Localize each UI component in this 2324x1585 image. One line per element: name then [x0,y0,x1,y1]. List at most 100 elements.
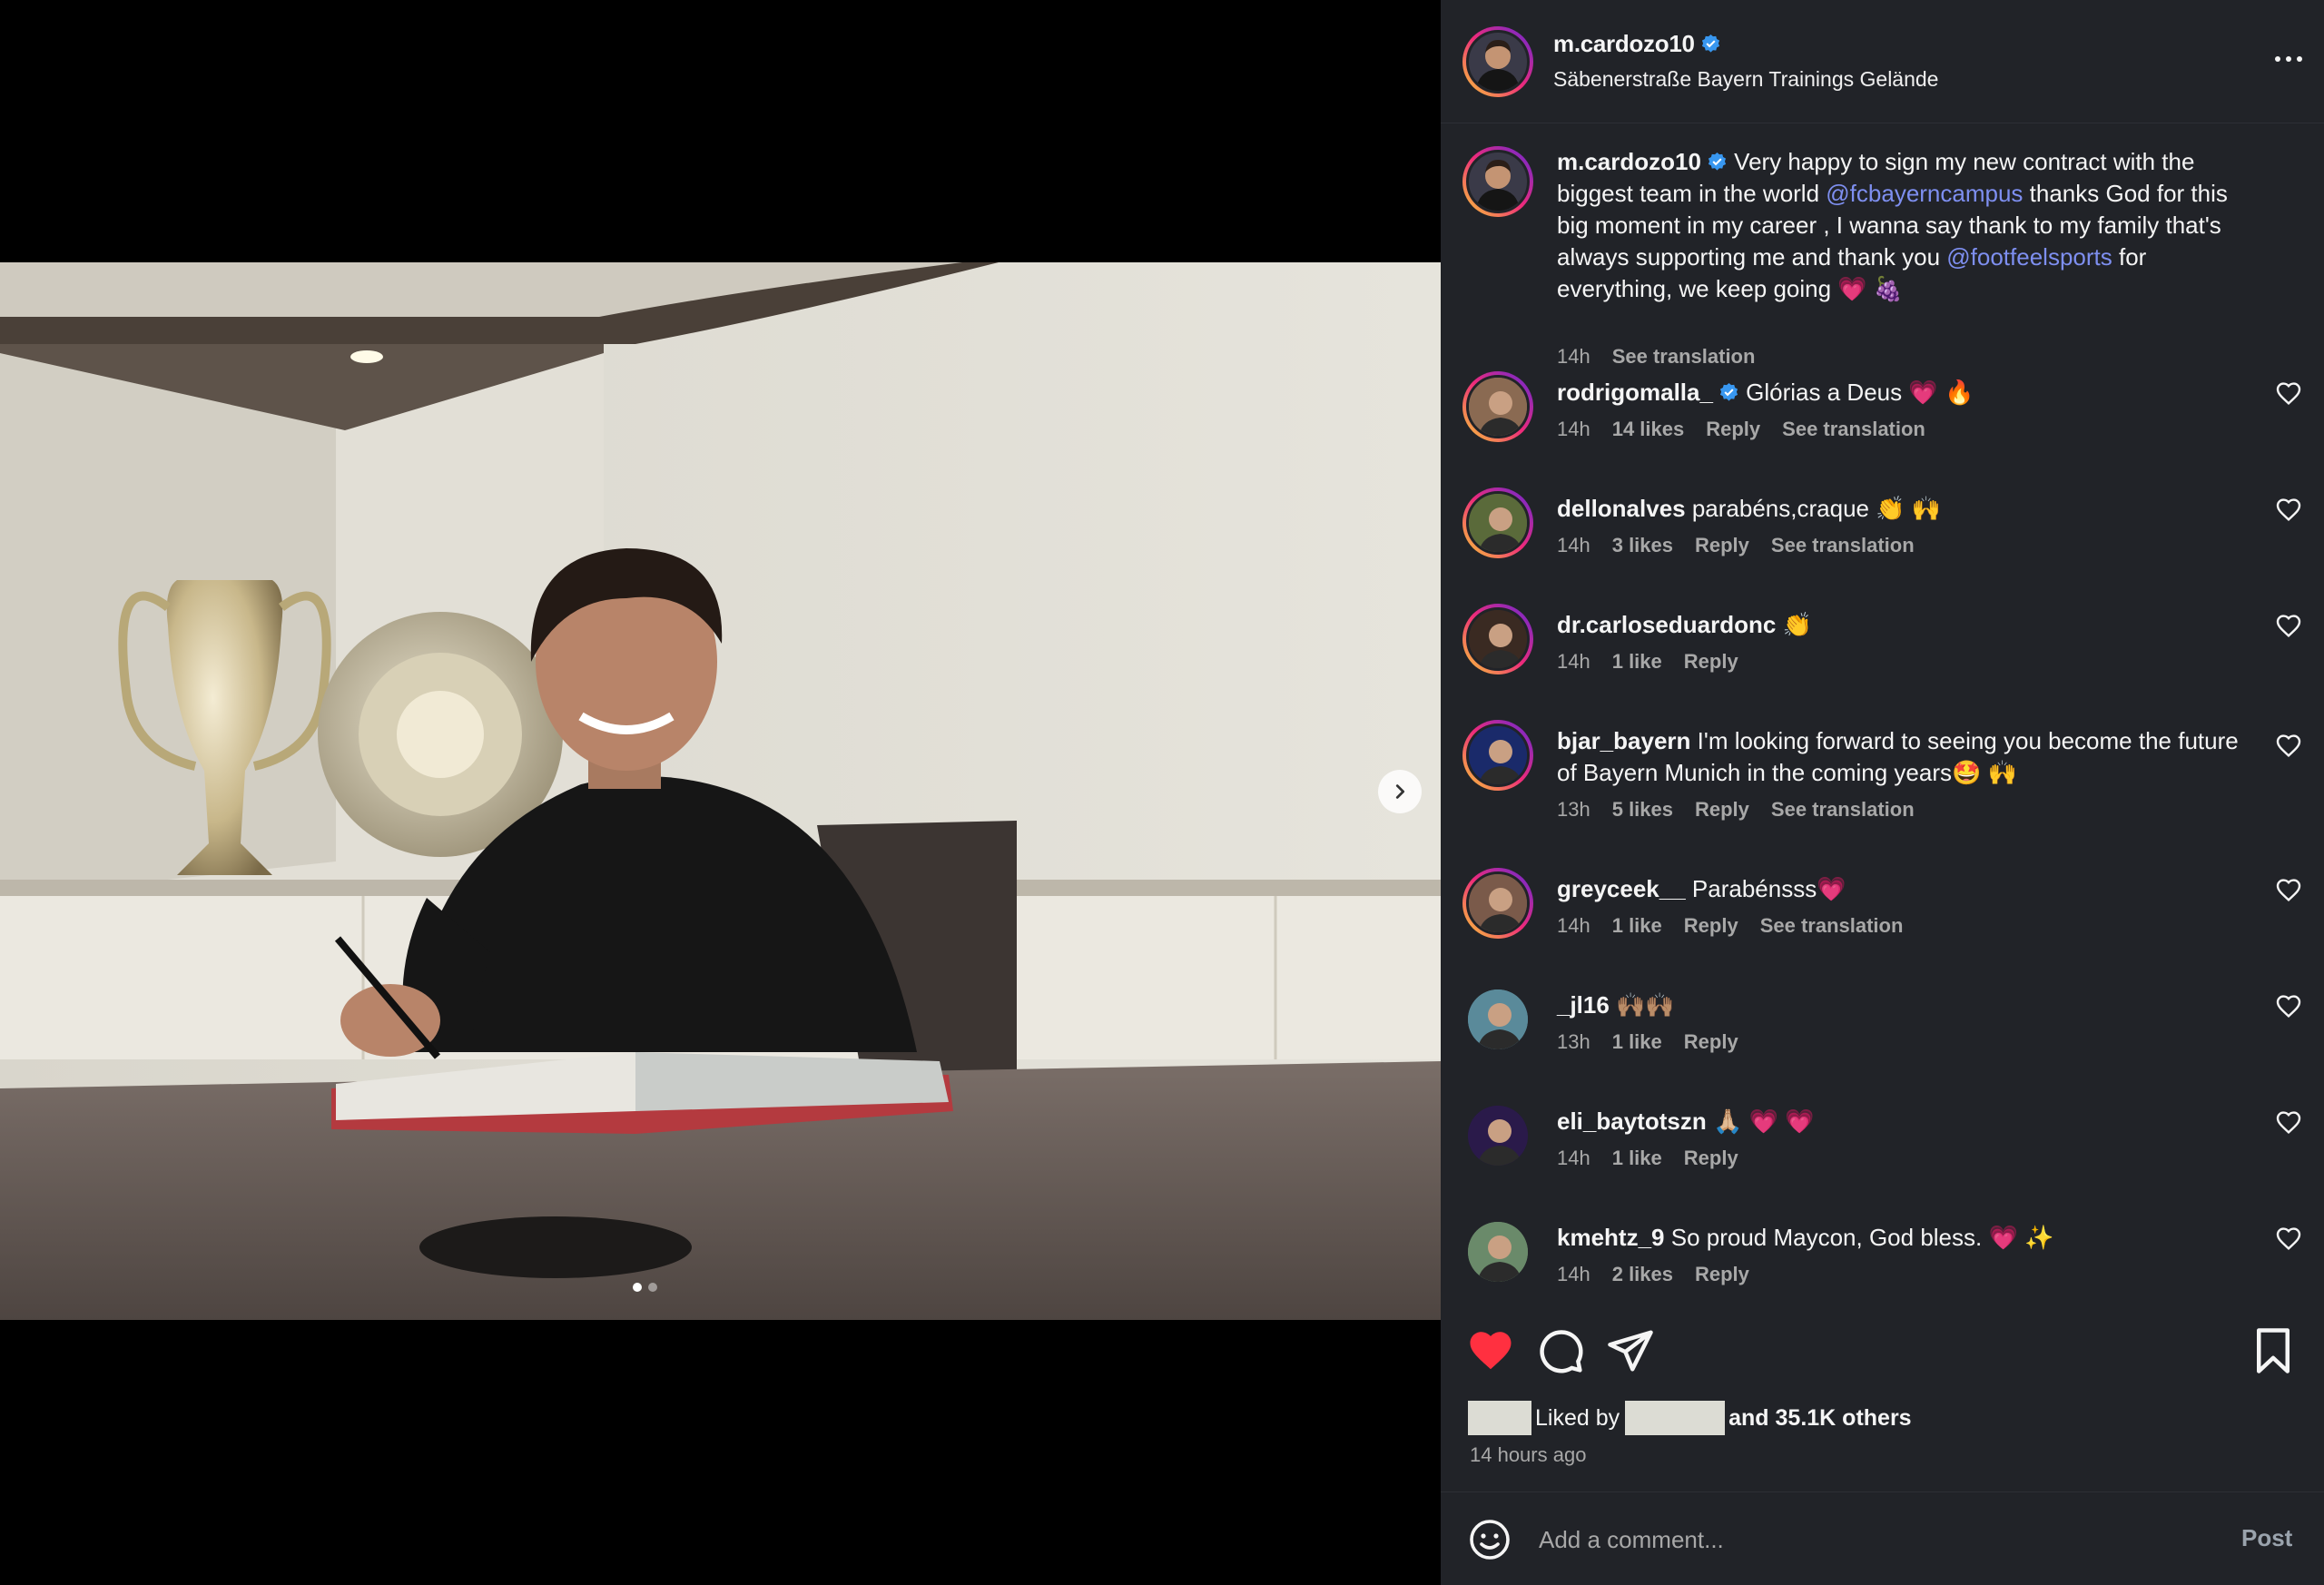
verified-icon [1701,34,1719,53]
caption-time: 14h [1557,345,1590,368]
post-panel: m.cardozo10 Säbenerstraße Bayern Trainin… [1441,0,2324,1585]
emoji-icon[interactable] [1468,1518,1512,1561]
chevron-right-icon [1395,784,1405,799]
post-location[interactable]: Säbenerstraße Bayern Trainings Gelände [1553,67,1938,92]
post-timestamp: 14 hours ago [1470,1443,1587,1466]
see-translation-link[interactable]: See translation [1760,914,1904,938]
media-viewer [0,0,1441,1585]
like-comment-heart-icon[interactable] [2274,731,2303,760]
reply-button[interactable]: Reply [1706,418,1760,441]
comment-meta: 14h 1 like Reply [1557,1147,1738,1170]
like-comment-heart-icon[interactable] [2274,991,2303,1020]
verified-icon [1708,152,1727,171]
post-actions [1441,1304,2324,1459]
author-avatar-small[interactable] [1462,146,1533,217]
comment-time: 13h [1557,798,1590,821]
like-comment-heart-icon[interactable] [2274,495,2303,524]
commenter-avatar[interactable] [1462,868,1533,939]
comment-text: rodrigomalla_ Glórias a Deus 💗 🔥 [1557,377,2256,409]
comment-username[interactable]: bjar_bayern [1557,727,1690,754]
comment-meta: 14h 14 likes Reply See translation [1557,418,1925,441]
see-translation-link[interactable]: See translation [1771,798,1915,822]
heart-filled-icon[interactable] [1466,1326,1515,1375]
like-comment-heart-icon[interactable] [2274,875,2303,904]
comment-username[interactable]: _jl16 [1557,991,1610,1019]
comment-username[interactable]: greyceek__ [1557,875,1686,902]
comment-body: 🙏🏼 💗 💗 [1706,1108,1815,1135]
comment-body: Parabénsss💗 [1685,875,1846,902]
comments-list[interactable]: m.cardozo10 Very happy to sign my new co… [1441,124,2324,1304]
commenter-avatar[interactable] [1468,1106,1528,1166]
like-comment-heart-icon[interactable] [2274,1108,2303,1137]
reply-button[interactable]: Reply [1684,1030,1738,1054]
comment-body: 🙌🏽🙌🏽 [1609,991,1675,1019]
reply-button[interactable]: Reply [1695,798,1749,822]
comment-time: 14h [1557,418,1590,440]
comment-text: bjar_bayern I'm looking forward to seein… [1557,725,2256,789]
commenter-avatar[interactable] [1462,604,1533,674]
comment-username[interactable]: dellonalves [1557,495,1686,522]
author-username[interactable]: m.cardozo10 [1553,30,1721,58]
comment-likes[interactable]: 1 like [1612,914,1662,938]
reply-button[interactable]: Reply [1684,914,1738,938]
likes-summary[interactable]: Liked by and 35.1K others [1468,1401,1912,1435]
commenter-avatar[interactable] [1468,989,1528,1049]
comment-body: 👏 [1776,611,1812,638]
comment-likes[interactable]: 14 likes [1612,418,1685,441]
reply-button[interactable]: Reply [1695,1263,1749,1286]
comment-icon[interactable] [1536,1326,1585,1375]
next-image-button[interactable] [1378,770,1422,813]
mention-link[interactable]: @fcbayerncampus [1826,180,2023,207]
see-translation-link[interactable]: See translation [1782,418,1925,441]
author-username-text[interactable]: m.cardozo10 [1553,30,1695,57]
bookmark-icon[interactable] [2249,1326,2298,1375]
post-photo[interactable] [0,262,1441,1320]
likes-count[interactable]: and 35.1K others [1728,1405,1911,1432]
mention-link[interactable]: @footfeelsports [1946,243,2112,271]
share-icon[interactable] [1606,1326,1655,1375]
post-comment-button[interactable]: Post [2241,1524,2292,1552]
like-comment-heart-icon[interactable] [2274,1224,2303,1253]
comment-likes[interactable]: 1 like [1612,1030,1662,1054]
commenter-avatar[interactable] [1462,720,1533,791]
reply-button[interactable]: Reply [1684,650,1738,674]
comment-username[interactable]: eli_baytotszn [1557,1108,1707,1135]
comment-meta: 13h 1 like Reply [1557,1030,1738,1054]
see-translation-link[interactable]: See translation [1612,345,1756,369]
like-comment-heart-icon[interactable] [2274,379,2303,408]
comment-text: _jl16 🙌🏽🙌🏽 [1557,989,2256,1021]
more-options-button[interactable] [2267,44,2310,74]
comment-likes[interactable]: 2 likes [1612,1263,1673,1286]
comment-time: 14h [1557,1147,1590,1169]
comment-likes[interactable]: 1 like [1612,650,1662,674]
comment-meta: 14h 2 likes Reply [1557,1263,1749,1286]
verified-icon [1719,382,1738,401]
comment-text: dellonalves parabéns,craque 👏 🙌 [1557,493,2256,525]
comment-likes[interactable]: 5 likes [1612,798,1673,822]
comment-username[interactable]: dr.carloseduardonc [1557,611,1776,638]
comment-likes[interactable]: 1 like [1612,1147,1662,1170]
caption-username[interactable]: m.cardozo10 [1557,148,1701,175]
comment-text: dr.carloseduardonc 👏 [1557,609,2256,641]
comment-username[interactable]: rodrigomalla_ [1557,379,1713,406]
comment-body: parabéns,craque 👏 🙌 [1685,495,1942,522]
see-translation-link[interactable]: See translation [1771,534,1915,557]
caption-text: m.cardozo10 Very happy to sign my new co… [1557,146,2256,305]
carousel-dot-active [633,1283,642,1292]
comment-body: Glórias a Deus 💗 🔥 [1738,379,1974,406]
comment-input[interactable] [1539,1520,2174,1560]
comment-meta: 14h 1 like Reply See translation [1557,914,1903,938]
comment-username[interactable]: kmehtz_9 [1557,1224,1665,1251]
comment-likes[interactable]: 3 likes [1612,534,1673,557]
commenter-avatar[interactable] [1462,371,1533,442]
like-comment-heart-icon[interactable] [2274,611,2303,640]
post-header: m.cardozo10 Säbenerstraße Bayern Trainin… [1441,0,2324,123]
comment-time: 14h [1557,534,1590,556]
caption-meta: 14h See translation [1557,345,1755,369]
commenter-avatar[interactable] [1462,487,1533,558]
reply-button[interactable]: Reply [1684,1147,1738,1170]
comment-time: 13h [1557,1030,1590,1053]
commenter-avatar[interactable] [1468,1222,1528,1282]
author-avatar[interactable] [1462,26,1533,97]
reply-button[interactable]: Reply [1695,534,1749,557]
